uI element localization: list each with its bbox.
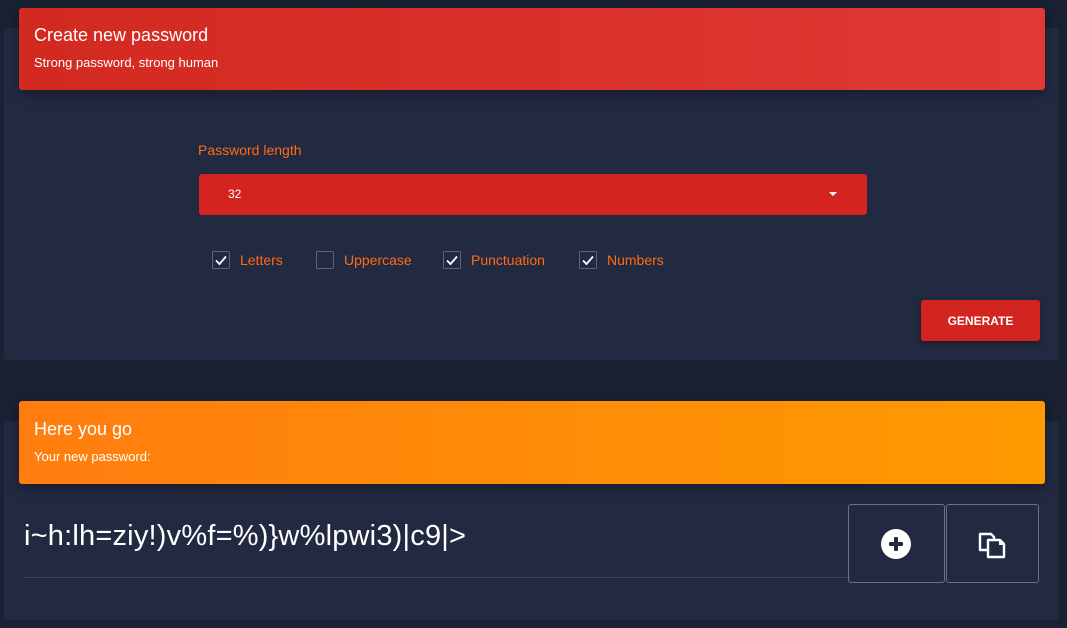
password-length-label: Password length	[198, 142, 302, 158]
plus-circle-icon	[881, 529, 911, 559]
result-header: Here you go Your new password:	[19, 401, 1045, 484]
copy-button[interactable]	[946, 504, 1039, 583]
checkmark-icon	[582, 255, 594, 266]
generator-subtitle: Strong password, strong human	[34, 55, 219, 70]
generator-title: Create new password	[34, 25, 209, 45]
uppercase-label: Uppercase	[344, 252, 412, 268]
password-underline	[24, 577, 850, 578]
numbers-checkbox-box[interactable]	[579, 251, 597, 269]
letters-checkbox-box[interactable]	[212, 251, 230, 269]
caret-down-icon	[829, 192, 837, 196]
result-subtitle: Your new password:	[34, 449, 151, 464]
checkmark-icon	[215, 255, 227, 266]
uppercase-checkbox-box[interactable]	[316, 251, 334, 269]
uppercase-checkbox[interactable]: Uppercase	[316, 249, 412, 271]
numbers-label: Numbers	[607, 252, 664, 268]
letters-label: Letters	[240, 252, 283, 268]
checkmark-icon	[446, 255, 458, 266]
copy-icon	[978, 532, 1006, 559]
add-button[interactable]	[848, 504, 945, 583]
punctuation-label: Punctuation	[471, 252, 545, 268]
result-title: Here you go	[34, 419, 133, 439]
punctuation-checkbox[interactable]: Punctuation	[443, 249, 545, 271]
numbers-checkbox[interactable]: Numbers	[579, 249, 664, 271]
generator-header: Create new password Strong password, str…	[19, 8, 1045, 90]
letters-checkbox[interactable]: Letters	[212, 249, 283, 271]
punctuation-checkbox-box[interactable]	[443, 251, 461, 269]
password-length-value: 32	[228, 187, 242, 201]
generate-button[interactable]: GENERATE	[921, 300, 1040, 341]
password-length-select[interactable]: 32	[199, 174, 867, 215]
generated-password[interactable]: i~h:lh=ziy!)v%f=%)}w%lpwi3)|c9|>	[24, 520, 466, 553]
